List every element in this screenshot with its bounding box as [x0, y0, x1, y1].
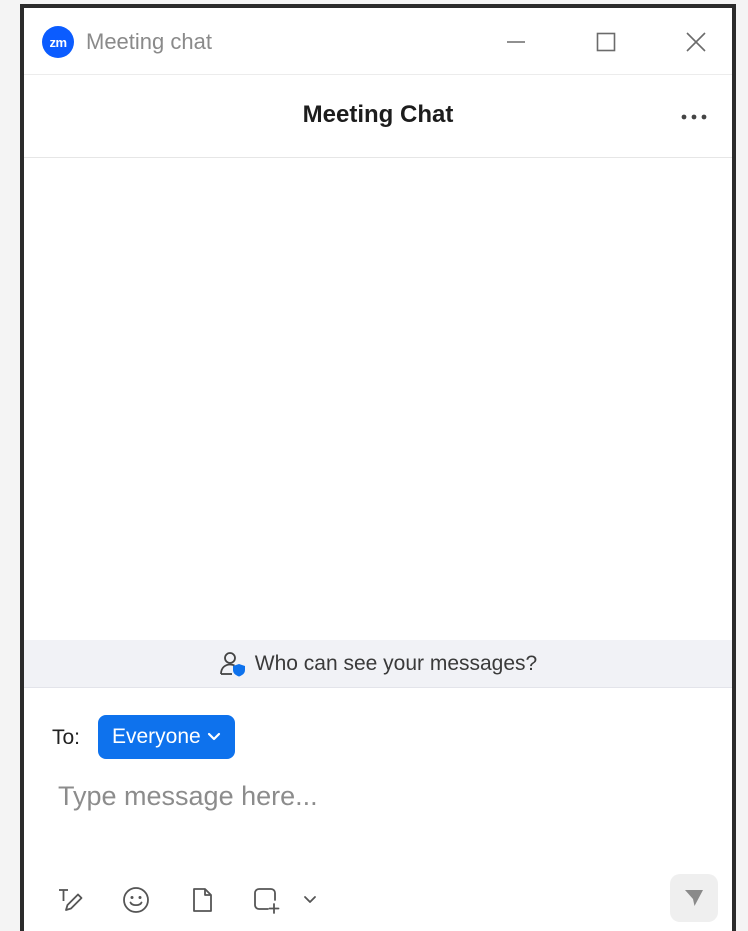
text-format-icon [59, 889, 83, 911]
close-button[interactable] [676, 22, 716, 62]
page-title: Meeting Chat [302, 101, 454, 128]
send-icon [685, 890, 703, 906]
recipient-label: Everyone [112, 725, 201, 748]
to-label: To: [52, 726, 81, 749]
chevron-down-icon [207, 732, 220, 741]
recipient-dropdown[interactable]: Everyone [98, 715, 235, 759]
message-input[interactable] [58, 776, 698, 816]
emoji-icon [123, 887, 149, 913]
minimize-icon [507, 41, 525, 43]
file-icon [193, 888, 212, 912]
person-shield-icon [219, 651, 245, 676]
screenshot-button[interactable] [246, 880, 286, 920]
screenshot-icon [254, 888, 280, 914]
message-composer: To: Everyone [24, 688, 732, 931]
minimize-button[interactable] [496, 22, 536, 62]
emoji-button[interactable] [116, 880, 156, 920]
maximize-icon [596, 32, 616, 52]
chevron-down-icon [304, 896, 316, 903]
message-visibility-banner[interactable]: Who can see your messages? [24, 640, 732, 688]
visibility-text: Who can see your messages? [254, 651, 538, 675]
more-tools-dropdown[interactable] [296, 880, 324, 920]
message-list[interactable] [24, 158, 732, 640]
format-button[interactable] [50, 880, 90, 920]
chat-header: Meeting Chat [24, 74, 732, 158]
send-button[interactable] [670, 874, 718, 922]
maximize-button[interactable] [586, 22, 626, 62]
zoom-logo-icon: zm [42, 26, 74, 58]
title-bar: zm Meeting chat [24, 8, 732, 74]
more-horizontal-icon [681, 114, 707, 120]
window-title: Meeting chat [86, 29, 212, 54]
close-icon [686, 32, 706, 52]
chat-window: zm Meeting chat Meeting Chat Who can see… [20, 4, 736, 931]
more-options-button[interactable] [674, 97, 714, 137]
file-button[interactable] [182, 880, 222, 920]
